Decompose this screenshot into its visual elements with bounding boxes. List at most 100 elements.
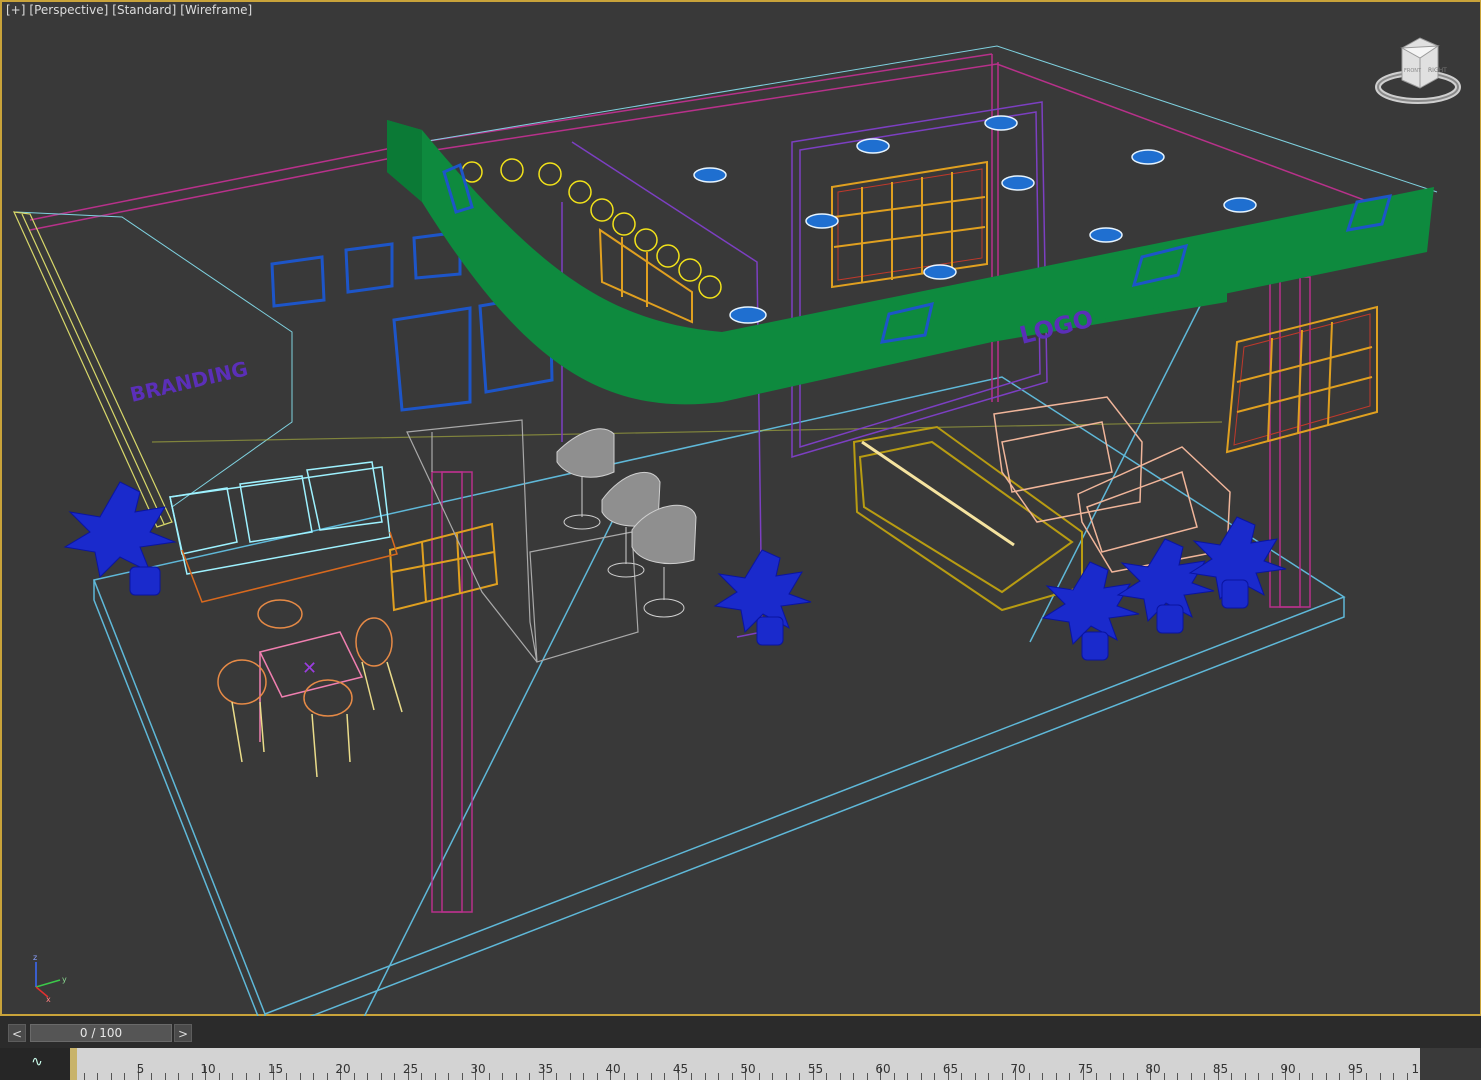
ruler-tick [569,1073,571,1080]
ruler-tick [718,1073,719,1080]
ruler-tick [367,1073,368,1080]
ruler-label: 50 [740,1062,756,1076]
ruler-tick [1123,1073,1124,1080]
track-bar[interactable]: ∿ 05101520253035404550556065707580859095… [0,1048,1481,1080]
ruler-tick [637,1073,638,1080]
ruler-label: 10 [200,1062,216,1076]
ruler-tick [1312,1073,1313,1080]
ruler-tick [394,1073,395,1080]
ruler-label: 25 [402,1062,419,1076]
time-slider[interactable]: 0 / 100 [30,1024,172,1042]
ruler-tick [596,1073,598,1080]
ruler-tick [1366,1073,1367,1080]
ruler-tick [664,1073,665,1080]
wireframe-scene[interactable]: LOGO BRANDING ✕ [2,2,1481,1018]
ruler-tick [961,1073,962,1080]
ruler-tick [866,1073,868,1080]
ruler-tick [448,1073,449,1080]
perspective-viewport[interactable]: LOGO BRANDING ✕ [+] [Perspective] [Stand… [0,0,1481,1018]
armchairs [993,396,1231,573]
floor-slab [92,301,1346,1018]
ruler-label: 35 [537,1062,554,1076]
ruler-tick [650,1073,652,1080]
ruler-tick [164,1073,166,1080]
branding-text: BRANDING [128,356,250,406]
dining-set: ✕ [217,599,403,778]
timeline-bar: < 0 / 100 > ∿ 05101520253035404550556065… [0,1016,1481,1080]
ruler-tick [245,1073,247,1080]
ruler-tick [515,1073,517,1080]
ruler-tick [583,1073,584,1080]
ruler-tick [529,1073,530,1080]
tv-screen-pillar [1225,305,1378,454]
ruler-tick [1055,1073,1057,1080]
ruler-tick [502,1073,503,1080]
ruler-tick [151,1073,152,1080]
ruler-label: 75 [1077,1062,1094,1076]
ruler-tick [353,1073,355,1080]
ruler-tick [1406,1073,1408,1080]
viewport-plus-menu[interactable]: [+] [6,3,25,17]
ruler-tick [704,1073,706,1080]
ruler-label: 65 [942,1062,959,1076]
ruler-label: 5 [136,1062,145,1076]
viewcube-right-label: RIGHT [1428,67,1447,74]
ruler-tick [1204,1073,1205,1080]
ruler-tick [691,1073,692,1080]
ruler-tick [191,1073,193,1080]
ruler-label: 45 [672,1062,689,1076]
ruler-end [1420,1048,1481,1080]
axis-x-label: x [46,995,51,1002]
ruler-tick [893,1073,895,1080]
ruler-tick [556,1073,557,1080]
ruler-tick [1042,1073,1043,1080]
ruler-tick [299,1073,301,1080]
ruler-tick [232,1073,233,1080]
ruler-tick [313,1073,314,1080]
axis-y-label: y [62,975,67,984]
ruler-tick [83,1073,85,1080]
ruler-tick [772,1073,773,1080]
ruler-tick [1298,1073,1300,1080]
viewport-perspective-menu[interactable]: [Perspective] [29,3,108,17]
ruler-label: 80 [1145,1062,1161,1076]
ruler-tick [97,1073,98,1080]
ruler-tick [934,1073,935,1080]
viewport-wireframe-menu[interactable]: [Wireframe] [180,3,252,17]
ruler-tick [178,1073,179,1080]
ruler-tick [839,1073,841,1080]
ruler-tick [286,1073,287,1080]
ruler-label: 55 [807,1062,824,1076]
axis-tripod-icon: z y x [33,953,67,1002]
ruler-tick [1258,1073,1259,1080]
ruler-label: 60 [875,1062,891,1076]
ruler-label: 30 [470,1062,486,1076]
ruler-tick [380,1073,382,1080]
next-frame-button[interactable]: > [174,1024,192,1042]
ruler-tick [326,1073,328,1080]
previous-frame-button[interactable]: < [8,1024,26,1042]
frame-ruler[interactable]: 0510152025303540455055606570758085909510… [69,1048,1434,1080]
ruler-tick [785,1073,787,1080]
ruler-tick [488,1073,490,1080]
ruler-tick [731,1073,733,1080]
ruler-tick [974,1073,976,1080]
viewcube[interactable]: RIGHT FRONT [1372,32,1464,107]
tv-screen-counter [388,522,499,612]
viewport-standard-menu[interactable]: [Standard] [112,3,176,17]
ruler-label: 85 [1212,1062,1229,1076]
ruler-tick [1136,1073,1138,1080]
ruler-tick [1069,1073,1070,1080]
lounge-sofa [852,425,1083,612]
playhead[interactable] [70,1048,77,1080]
ruler-tick [826,1073,827,1080]
viewport-label-menu[interactable]: [+] [Perspective] [Standard] [Wireframe] [6,3,256,17]
svg-text:✕: ✕ [302,658,317,679]
ruler-tick [110,1073,112,1080]
ruler-tick [853,1073,854,1080]
ruler-label: 90 [1280,1062,1296,1076]
curve-editor-icon[interactable]: ∿ [26,1052,48,1072]
ruler-tick [259,1073,260,1080]
ruler-tick [434,1073,436,1080]
ruler-label: 20 [335,1062,351,1076]
